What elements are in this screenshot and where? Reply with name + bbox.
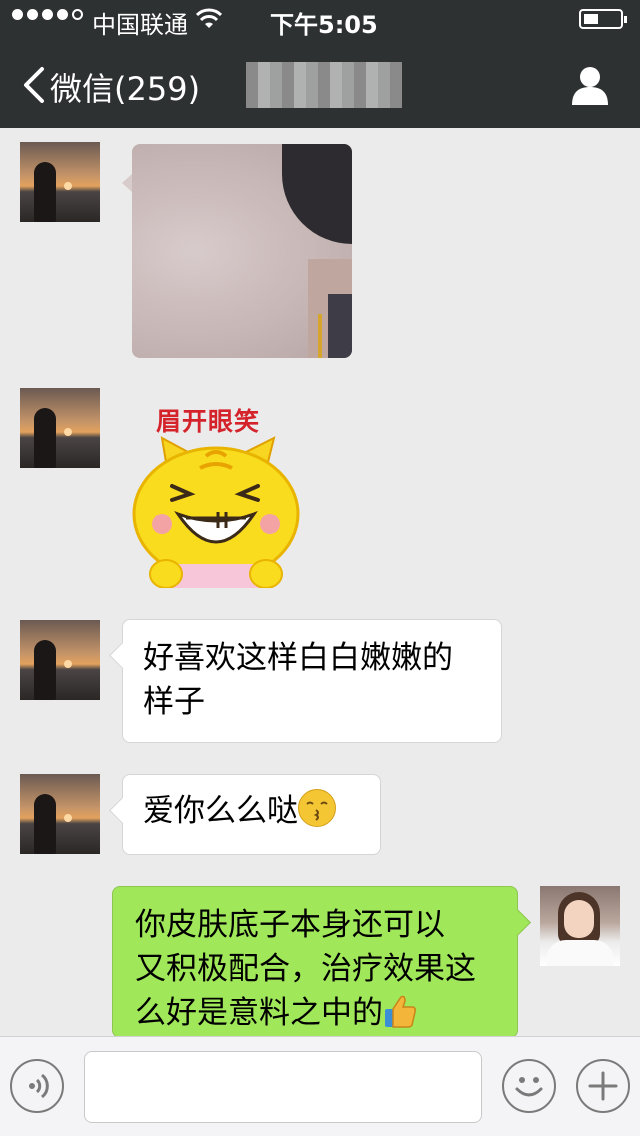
contact-avatar[interactable]: [20, 142, 100, 222]
more-button[interactable]: [576, 1059, 630, 1113]
image-message[interactable]: [132, 144, 352, 358]
emoji-button[interactable]: [502, 1059, 556, 1113]
text-message[interactable]: 好喜欢这样白白嫩嫩的 样子: [109, 619, 502, 743]
contact-avatar[interactable]: [20, 388, 100, 468]
clock: 下午5:05: [270, 11, 378, 39]
message-input[interactable]: [84, 1051, 482, 1123]
message-text: 爱你么么哒: [143, 793, 298, 829]
back-button[interactable]: 微信(259): [50, 64, 200, 110]
message-line: 好喜欢这样白白嫩嫩的: [143, 640, 453, 676]
wifi-icon: [196, 8, 222, 28]
my-text-message[interactable]: 你皮肤底子本身还可以 又积极配合，治疗效果这 么好是意料之中的: [112, 886, 531, 1038]
input-bar: [0, 1036, 640, 1136]
back-chevron-icon[interactable]: [18, 65, 50, 105]
chat-title-redacted: [246, 62, 402, 108]
message-line: 么好是意料之中的: [135, 995, 383, 1031]
contact-profile-icon[interactable]: [570, 65, 610, 105]
message-line: 样子: [143, 684, 205, 720]
cat-sticker[interactable]: [126, 396, 306, 588]
signal-strength-icon: [12, 9, 83, 20]
bubble-tail: [109, 642, 136, 669]
message-line: 又积极配合，治疗效果这: [135, 951, 476, 987]
kiss-emoji-icon: [298, 789, 336, 827]
bubble-tail: [122, 174, 132, 192]
voice-input-button[interactable]: [10, 1059, 64, 1113]
bubble-tail: [109, 797, 136, 824]
contact-avatar[interactable]: [20, 774, 100, 854]
status-bar: 中国联通 下午5:05: [0, 0, 640, 40]
message-line: 你皮肤底子本身还可以: [135, 907, 445, 943]
carrier-name: 中国联通: [92, 11, 188, 39]
thumbs-up-emoji-icon: [383, 993, 417, 1029]
voice-icon: [29, 1073, 49, 1099]
my-avatar[interactable]: [540, 886, 620, 966]
plus-icon: [588, 1071, 618, 1101]
contact-avatar[interactable]: [20, 620, 100, 700]
text-message[interactable]: 爱你么么哒: [109, 774, 381, 855]
smile-icon: [515, 1077, 543, 1097]
bubble-tail: [504, 909, 531, 936]
chat-header: 微信(259): [0, 40, 640, 128]
battery-icon: [579, 9, 627, 29]
